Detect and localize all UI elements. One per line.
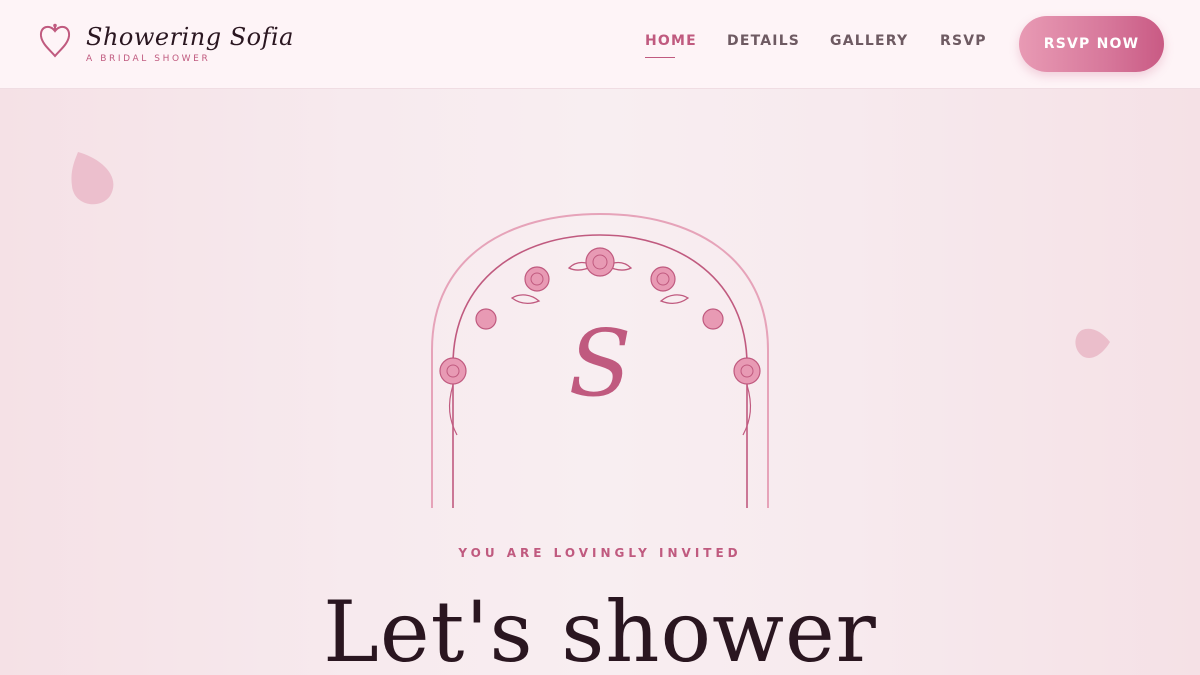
invite-eyebrow: YOU ARE LOVINGLY INVITED bbox=[458, 546, 742, 560]
brand-subtitle: A BRIDAL SHOWER bbox=[86, 54, 211, 64]
nav-home-label: HOME bbox=[645, 33, 697, 49]
monogram-letter: S bbox=[568, 310, 631, 417]
site-header: Showering Sofia A BRIDAL SHOWER HOME DET… bbox=[0, 0, 1200, 89]
brand-logo[interactable]: Showering Sofia A BRIDAL SHOWER bbox=[36, 22, 294, 64]
nav-home[interactable]: HOME bbox=[645, 33, 697, 58]
nav-details[interactable]: DETAILS bbox=[727, 33, 800, 49]
nav-gallery[interactable]: GALLERY bbox=[830, 33, 908, 49]
rsvp-now-button[interactable]: RSVP NOW bbox=[1019, 16, 1164, 72]
heart-icon bbox=[39, 23, 71, 58]
nav-active-underline bbox=[645, 57, 675, 58]
nav-rsvp[interactable]: RSVP bbox=[940, 33, 987, 49]
brand-title: Showering Sofia bbox=[86, 23, 294, 51]
petal-decoration bbox=[71, 152, 114, 205]
petal-decoration-right bbox=[1075, 328, 1110, 358]
floral-arch: S bbox=[431, 212, 769, 508]
nav-details-label: DETAILS bbox=[727, 33, 801, 49]
nav-rsvp-label: RSVP bbox=[940, 33, 987, 49]
nav-gallery-label: GALLERY bbox=[830, 33, 909, 49]
hero-headline: Let's shower bbox=[323, 583, 877, 675]
